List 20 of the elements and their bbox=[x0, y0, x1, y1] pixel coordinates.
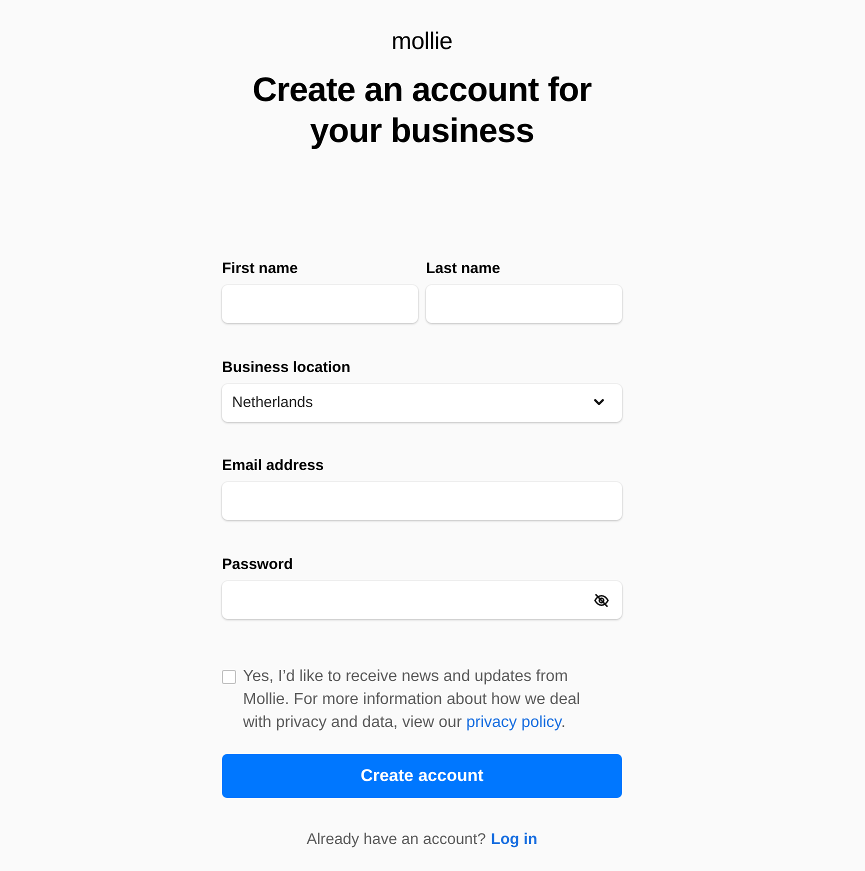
input-field[interactable] bbox=[222, 285, 418, 323]
select-field[interactable]: Netherlands bbox=[222, 384, 622, 422]
eye-slash-icon[interactable] bbox=[594, 594, 609, 607]
field-label: Email address bbox=[222, 456, 325, 476]
consent-text: Yes, I’d like to receive news and updates from Mollie. For more information about how we deal with privacy and data, view our privacy policy. bbox=[243, 666, 582, 733]
checkbox[interactable] bbox=[222, 670, 236, 684]
login-link[interactable]: Log in bbox=[490, 830, 538, 850]
input-field[interactable] bbox=[426, 285, 622, 323]
page-title: Create an account for your business bbox=[251, 70, 593, 152]
chevron-down-icon bbox=[594, 399, 604, 406]
create-account-button[interactable]: Create account bbox=[222, 754, 622, 798]
field-label: Password bbox=[222, 555, 294, 576]
field-label: First name bbox=[222, 259, 299, 279]
privacy-policy-link[interactable]: privacy policy bbox=[466, 714, 562, 731]
field-label: Last name bbox=[426, 259, 502, 279]
password-field[interactable] bbox=[222, 581, 622, 620]
input-field[interactable] bbox=[222, 482, 622, 520]
brand-logo: mollie bbox=[392, 28, 452, 56]
field-label: Business location bbox=[222, 358, 352, 378]
login-prompt: Already have an account? bbox=[306, 830, 486, 850]
